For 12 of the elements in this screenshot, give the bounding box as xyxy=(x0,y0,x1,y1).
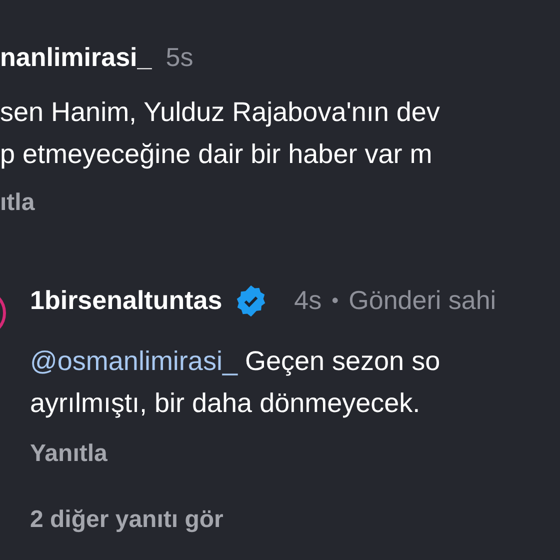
reply-link[interactable]: Yanıtla xyxy=(30,436,108,472)
view-replies-link[interactable]: 2 diğer yanıtı gör xyxy=(30,502,224,538)
timestamp: 5s xyxy=(166,41,194,74)
reply-link[interactable]: ıtla xyxy=(0,185,35,221)
timestamp: 4s xyxy=(294,284,322,317)
comment-text: sen Hanim, Yulduz Rajabova'nın dev p etmeyeceğine dair bir haber var m xyxy=(0,96,441,171)
reply-text: @osmanlimirasi_ Geçen sezon so ayrılmıştı, bir daha dönmeyecek. xyxy=(30,345,442,420)
separator-dot: • xyxy=(332,288,339,314)
owner-label: Gönderi sahi xyxy=(348,284,496,317)
username[interactable]: nanlimirasi_ xyxy=(0,38,152,77)
username[interactable]: 1birsenaltuntas xyxy=(30,281,222,320)
mention-link[interactable]: @osmanlimirasi_ xyxy=(30,346,238,376)
